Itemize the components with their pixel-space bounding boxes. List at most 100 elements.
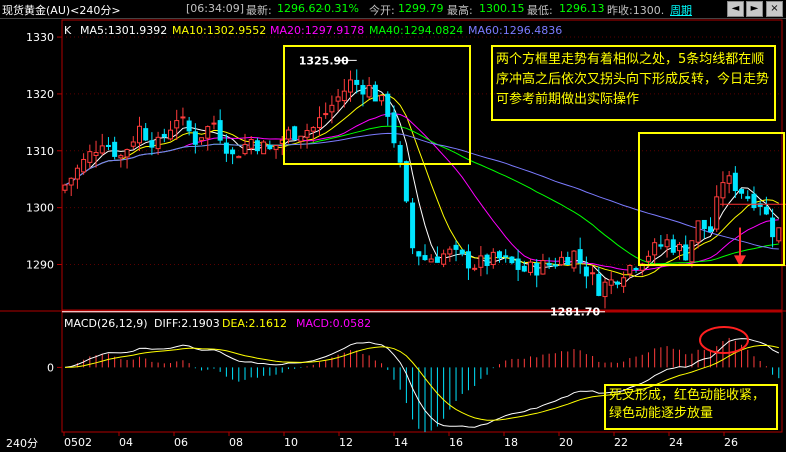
candle-body [254, 140, 260, 152]
candle-body [130, 141, 136, 147]
next-arrow-icon[interactable]: ► [746, 1, 763, 17]
period-link[interactable]: 周期 [670, 2, 692, 18]
candle-body [459, 249, 465, 255]
candle-body [627, 264, 633, 275]
x-tick-label: 26 [724, 436, 738, 449]
prev-arrow-icon[interactable]: ◄ [727, 1, 744, 17]
macd-diff: DIFF:2.1903 [154, 317, 220, 330]
high-label: 最高: [447, 4, 473, 17]
x-tick-label: 18 [504, 436, 518, 449]
price-tick-label: 1320 [26, 88, 54, 101]
candle-body [528, 261, 534, 273]
candle-body [596, 273, 602, 296]
candle-body [155, 136, 161, 150]
candle-body [515, 258, 521, 270]
macd-note-text: 死叉形成，红色动能收紧，绿色动能逐步放量 [609, 388, 766, 421]
candle-body [161, 133, 167, 138]
candle-body [441, 253, 447, 265]
low-label: 最低: [527, 4, 553, 17]
candle-body [422, 255, 428, 261]
candle-body [267, 145, 273, 150]
candle-body [68, 177, 74, 186]
candle-body [447, 248, 453, 255]
candle-body [124, 149, 130, 158]
instrument-title: 现货黄金(AU)<240分> [2, 4, 121, 17]
candle-body [118, 155, 124, 159]
macd-dea: DEA:2.1612 [222, 317, 287, 330]
x-tick-label: 16 [449, 436, 463, 449]
x-tick-label: 10 [284, 436, 298, 449]
candle-body [248, 139, 254, 149]
legend-ma20: MA20:1297.9178 [270, 24, 364, 37]
candle-body [490, 251, 496, 266]
x-tick-label: 06 [174, 436, 188, 449]
x-tick-label: 14 [394, 436, 408, 449]
candle-body [62, 184, 68, 191]
latest-value: 1296.62 [277, 2, 323, 15]
candle-body [434, 256, 440, 263]
candle-body [590, 272, 596, 275]
open-label: 今开: [369, 4, 395, 17]
candle-body [496, 251, 502, 259]
candle-body [633, 267, 639, 270]
candle-body [242, 143, 248, 155]
candle-body [217, 120, 223, 141]
candle-body [87, 151, 93, 163]
candle-body [608, 279, 614, 286]
candle-body [484, 254, 490, 266]
x-tick-label: 04 [119, 436, 133, 449]
legend-ma10: MA10:1302.9552 [172, 24, 266, 37]
candle-body [99, 145, 105, 154]
candle-body [93, 152, 99, 156]
x-tick-label: 22 [614, 436, 628, 449]
candle-body [105, 144, 111, 147]
x-tick-label: 24 [669, 436, 683, 449]
change-percent: -0.31% [320, 2, 359, 15]
latest-label: 最新: [246, 4, 272, 17]
candle-body [192, 131, 198, 145]
price-tick-label: 1290 [26, 259, 54, 272]
macd-legend: MACD(26,12,9) [64, 317, 148, 330]
candle-body [621, 277, 627, 287]
candle-body [416, 251, 422, 257]
annotation-note-text: 两个方框里走势有着相似之处，5条均线都在顺序冲高之后依次又拐头向下形成反转，今日… [496, 52, 770, 107]
candle-body [149, 140, 155, 148]
annotation-box-left [283, 45, 471, 165]
close-icon[interactable]: × [766, 1, 783, 17]
candle-body [559, 256, 565, 266]
candle-body [211, 122, 217, 125]
candle-body [403, 161, 409, 202]
candle-body [577, 249, 583, 264]
candle-body [410, 202, 416, 249]
candle-body [199, 137, 205, 141]
legend-ma5: MA5:1301.9392 [80, 24, 167, 37]
candle-body [565, 256, 571, 266]
period-axis-label: 240分 [6, 437, 38, 450]
candle-body [112, 141, 118, 157]
candle-body [509, 256, 515, 264]
macd-zero-label: 0 [47, 361, 54, 374]
candle-body [521, 265, 527, 272]
candle-body [602, 281, 608, 298]
prev-close: 昨收:1300. [607, 4, 665, 17]
legend-ma40: MA40:1294.0824 [369, 24, 463, 37]
candle-body [453, 244, 459, 250]
macd-value: MACD:0.0582 [296, 317, 371, 330]
x-tick-label: 08 [229, 436, 243, 449]
candle-body [478, 255, 484, 268]
candle-body [205, 126, 211, 139]
quote-time: [06:34:09] [186, 2, 244, 15]
candle-body [236, 155, 242, 159]
legend-ma60: MA60:1296.4836 [468, 24, 562, 37]
candle-body [273, 144, 279, 150]
price-tick-label: 1310 [26, 145, 54, 158]
candle-body [534, 262, 540, 276]
candle-body [174, 120, 180, 129]
candle-body [74, 167, 80, 180]
candle-body [571, 250, 577, 269]
price-panel-label: K [64, 24, 72, 37]
candle-body [540, 260, 546, 275]
x-tick-label: 0502 [64, 436, 92, 449]
candle-body [614, 281, 620, 285]
candle-body [472, 267, 478, 270]
